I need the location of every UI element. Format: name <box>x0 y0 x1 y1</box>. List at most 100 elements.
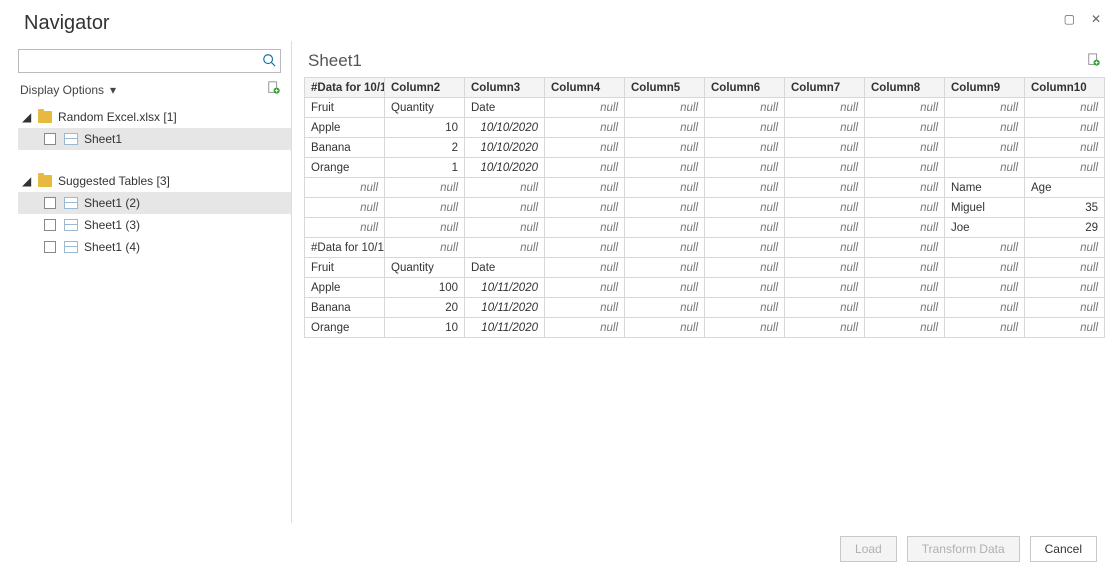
column-header[interactable]: Column9 <box>945 78 1025 98</box>
table-cell: null <box>945 298 1025 318</box>
column-header[interactable]: Column8 <box>865 78 945 98</box>
tree-group-label: Suggested Tables [3] <box>58 174 170 188</box>
table-row: FruitQuantityDatenullnullnullnullnullnul… <box>305 258 1105 278</box>
tree-item[interactable]: Sheet1 (2) <box>18 192 291 214</box>
table-cell: null <box>625 318 705 338</box>
table-cell: null <box>625 278 705 298</box>
transform-data-button[interactable]: Transform Data <box>907 536 1020 562</box>
table-cell: null <box>945 278 1025 298</box>
column-header[interactable]: Column2 <box>385 78 465 98</box>
table-cell: 10/11/2020 <box>465 298 545 318</box>
table-cell: null <box>465 238 545 258</box>
tree-checkbox[interactable] <box>44 197 56 209</box>
tree-item[interactable]: Sheet1 (3) <box>18 214 291 236</box>
table-cell: null <box>385 238 465 258</box>
table-cell: null <box>785 218 865 238</box>
table-row: nullnullnullnullnullnullnullnullJoe29 <box>305 218 1105 238</box>
table-cell: null <box>705 158 785 178</box>
table-cell: null <box>705 238 785 258</box>
column-header[interactable]: Column6 <box>705 78 785 98</box>
refresh-preview-icon[interactable] <box>267 81 281 98</box>
tree-checkbox[interactable] <box>44 133 56 145</box>
load-button[interactable]: Load <box>840 536 897 562</box>
table-cell: null <box>545 198 625 218</box>
table-cell: null <box>865 198 945 218</box>
tree-group[interactable]: ◢ Random Excel.xlsx [1] <box>18 106 291 128</box>
table-cell: null <box>625 258 705 278</box>
table-cell: null <box>785 98 865 118</box>
display-options-label: Display Options <box>20 83 104 97</box>
cancel-button[interactable]: Cancel <box>1030 536 1097 562</box>
search-icon[interactable] <box>262 53 276 70</box>
tree-item[interactable]: Sheet1 <box>18 128 291 150</box>
table-cell: null <box>865 98 945 118</box>
table-cell: null <box>865 298 945 318</box>
table-cell: null <box>625 158 705 178</box>
tree-checkbox[interactable] <box>44 241 56 253</box>
table-cell: Age <box>1025 178 1105 198</box>
table-cell: null <box>865 138 945 158</box>
table-cell: null <box>625 98 705 118</box>
table-cell: null <box>705 218 785 238</box>
tree-item-label: Sheet1 (2) <box>84 196 140 210</box>
table-cell: null <box>465 218 545 238</box>
table-cell: Name <box>945 178 1025 198</box>
table-cell: Banana <box>305 298 385 318</box>
table-cell: null <box>545 158 625 178</box>
maximize-icon[interactable]: ▢ <box>1064 12 1075 26</box>
table-cell: 10/10/2020 <box>465 138 545 158</box>
column-header[interactable]: Column10 <box>1025 78 1105 98</box>
column-header[interactable]: Column4 <box>545 78 625 98</box>
table-cell: null <box>545 98 625 118</box>
column-header[interactable]: Column7 <box>785 78 865 98</box>
column-header[interactable]: #Data for 10/10/2020 <box>305 78 385 98</box>
table-cell: null <box>785 138 865 158</box>
tree-item-label: Sheet1 (4) <box>84 240 140 254</box>
table-cell: Quantity <box>385 98 465 118</box>
table-cell: null <box>705 138 785 158</box>
table-cell: null <box>625 118 705 138</box>
column-header[interactable]: Column3 <box>465 78 545 98</box>
table-cell: null <box>785 318 865 338</box>
table-cell: null <box>785 298 865 318</box>
table-cell: null <box>865 238 945 258</box>
tree-checkbox[interactable] <box>44 219 56 231</box>
close-icon[interactable]: ✕ <box>1091 12 1101 26</box>
table-cell: 1 <box>385 158 465 178</box>
table-cell: Fruit <box>305 258 385 278</box>
table-row: nullnullnullnullnullnullnullnullNameAge <box>305 178 1105 198</box>
display-options-dropdown[interactable]: Display Options ▾ <box>20 83 116 97</box>
folder-icon <box>38 111 52 123</box>
table-cell: null <box>705 258 785 278</box>
tree-group-label: Random Excel.xlsx [1] <box>58 110 177 124</box>
table-row: Banana210/10/2020nullnullnullnullnullnul… <box>305 138 1105 158</box>
table-cell: null <box>785 198 865 218</box>
search-input[interactable] <box>23 51 262 71</box>
table-cell: null <box>945 158 1025 178</box>
table-cell: null <box>625 218 705 238</box>
sheet-icon <box>64 219 78 231</box>
table-cell: Miguel <box>945 198 1025 218</box>
table-cell: #Data for 10/11/2020 <box>305 238 385 258</box>
caret-icon: ◢ <box>22 174 32 188</box>
sheet-icon <box>64 197 78 209</box>
table-cell: null <box>945 318 1025 338</box>
column-header[interactable]: Column5 <box>625 78 705 98</box>
tree-item-label: Sheet1 <box>84 132 122 146</box>
search-box[interactable] <box>18 49 281 73</box>
table-cell: null <box>625 298 705 318</box>
add-sheet-icon[interactable] <box>1087 53 1101 70</box>
tree-group[interactable]: ◢ Suggested Tables [3] <box>18 170 291 192</box>
folder-icon <box>38 175 52 187</box>
table-cell: null <box>385 218 465 238</box>
table-cell: null <box>705 278 785 298</box>
table-cell: null <box>545 258 625 278</box>
table-cell: null <box>545 178 625 198</box>
table-cell: 10 <box>385 118 465 138</box>
tree-item[interactable]: Sheet1 (4) <box>18 236 291 258</box>
table-cell: null <box>865 278 945 298</box>
table-cell: null <box>705 98 785 118</box>
table-cell: Apple <box>305 278 385 298</box>
table-cell: 10/10/2020 <box>465 158 545 178</box>
table-cell: 10/10/2020 <box>465 118 545 138</box>
